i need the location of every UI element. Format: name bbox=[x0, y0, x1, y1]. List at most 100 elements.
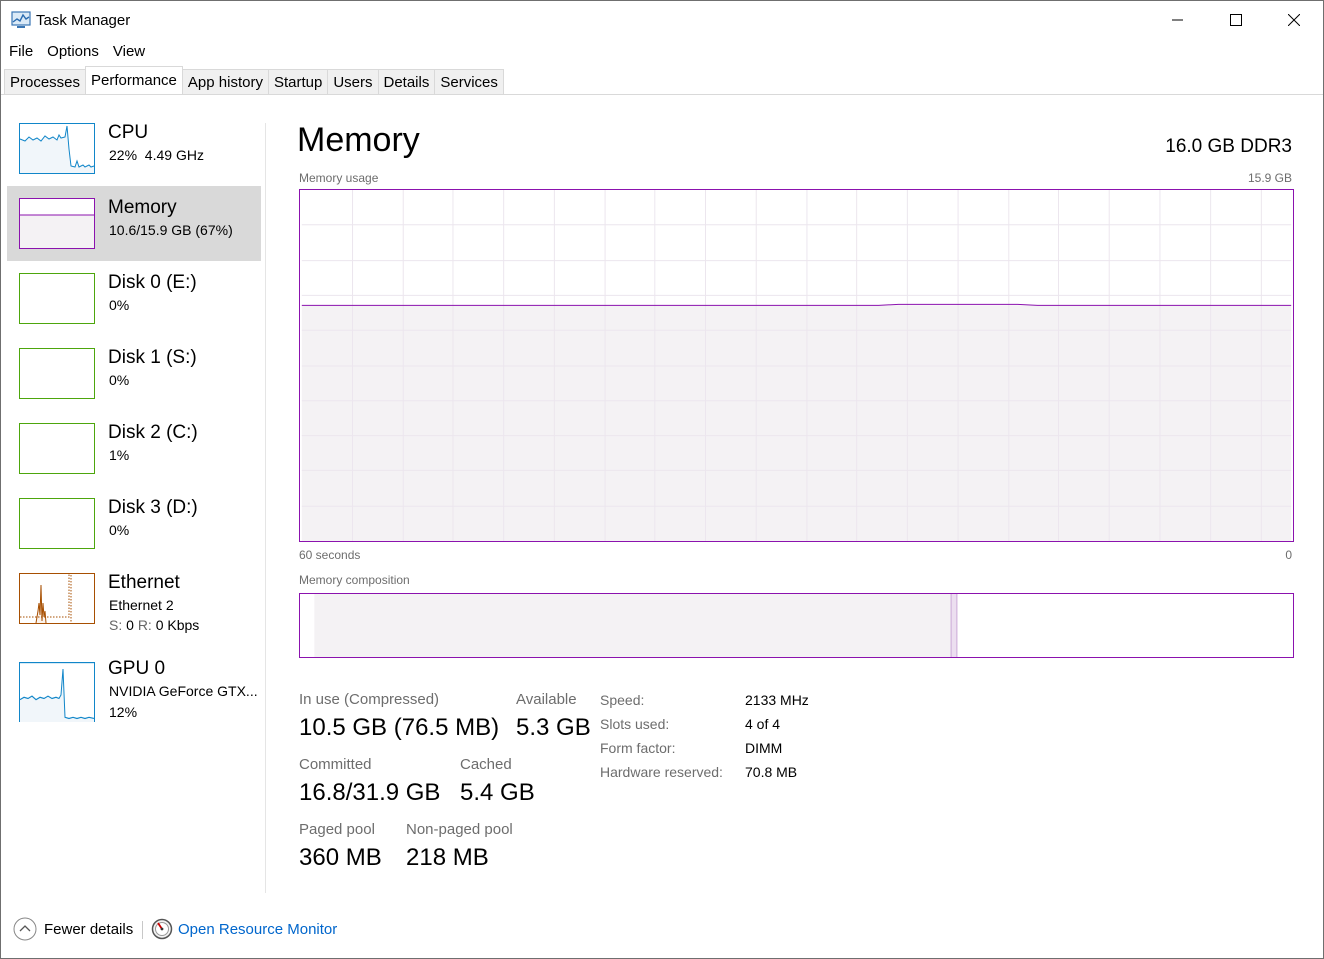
form-factor-value: DIMM bbox=[745, 740, 783, 756]
menu-file[interactable]: File bbox=[1, 41, 40, 63]
sidebar-item-subtitle: 0% bbox=[109, 297, 130, 313]
tab-divider bbox=[1, 94, 1323, 95]
sidebar-item-memory[interactable]: Memory 10.6/15.9 GB (67%) bbox=[7, 186, 261, 261]
disk-thumbnail-graph bbox=[19, 273, 95, 324]
sidebar-item-title: Memory bbox=[108, 197, 177, 218]
send-value: 0 bbox=[126, 617, 134, 633]
chevron-up-icon[interactable] bbox=[13, 917, 37, 941]
tab-processes[interactable]: Processes bbox=[4, 69, 87, 95]
usage-area bbox=[301, 305, 1292, 541]
tab-bar: Processes Performance App history Startu… bbox=[4, 66, 504, 95]
menu-bar: File Options View bbox=[1, 41, 152, 63]
sidebar-item-title: GPU 0 bbox=[108, 658, 166, 679]
sidebar-item-title: Disk 3 (D:) bbox=[108, 497, 198, 518]
gpu-thumbnail-graph bbox=[19, 662, 95, 722]
resource-monitor-icon[interactable] bbox=[151, 918, 173, 940]
menu-options[interactable]: Options bbox=[40, 41, 106, 63]
cpu-thumbnail-graph bbox=[19, 123, 95, 174]
memory-usage-graph bbox=[299, 189, 1294, 542]
committed-label: Committed bbox=[299, 756, 372, 773]
sidebar-item-subtitle: 22% 4.49 GHz bbox=[109, 147, 204, 163]
gpu-utilization: 12% bbox=[109, 704, 138, 720]
close-icon bbox=[1288, 14, 1300, 26]
sidebar-item-title: Disk 2 (C:) bbox=[108, 422, 198, 443]
sidebar-item-subtitle: NVIDIA GeForce GTX... bbox=[109, 683, 258, 699]
receive-value: 0 Kbps bbox=[155, 617, 200, 633]
sidebar-item-ethernet[interactable]: Ethernet Ethernet 2 S: 0 R: 0 Kbps bbox=[7, 561, 261, 636]
non-paged-pool-value: 218 MB bbox=[406, 844, 489, 871]
minimize-icon bbox=[1172, 19, 1183, 21]
maximize-icon bbox=[1230, 14, 1242, 26]
in-use-value: 10.5 GB (76.5 MB) bbox=[299, 714, 500, 741]
memory-composition-label: Memory composition bbox=[299, 573, 410, 587]
modified-segment[interactable] bbox=[951, 594, 957, 657]
minimize-button[interactable] bbox=[1149, 1, 1207, 39]
in-use-segment[interactable] bbox=[314, 594, 952, 657]
sidebar-item-disk-0[interactable]: Disk 0 (E:) 0% bbox=[7, 261, 261, 336]
sidebar-item-title: Disk 0 (E:) bbox=[108, 272, 197, 293]
hardware-reserved-value: 70.8 MB bbox=[745, 764, 798, 780]
graph-time-right: 0 bbox=[1285, 548, 1292, 562]
sidebar-divider bbox=[265, 123, 266, 893]
paged-pool-label: Paged pool bbox=[299, 821, 375, 838]
cached-value: 5.4 GB bbox=[460, 779, 535, 806]
non-paged-pool-label: Non-paged pool bbox=[406, 821, 513, 838]
task-manager-icon bbox=[11, 11, 31, 28]
sidebar-item-gpu-0[interactable]: GPU 0 NVIDIA GeForce GTX... 12% bbox=[7, 648, 261, 723]
sidebar-item-subtitle: Ethernet 2 bbox=[109, 597, 174, 613]
sidebar-item-disk-3[interactable]: Disk 3 (D:) 0% bbox=[7, 486, 261, 561]
slots-used-label: Slots used: bbox=[600, 716, 670, 732]
open-resource-monitor-link[interactable]: Open Resource Monitor bbox=[178, 921, 337, 938]
available-label: Available bbox=[516, 691, 577, 708]
sidebar-item-title: Disk 1 (S:) bbox=[108, 347, 197, 368]
form-factor-label: Form factor: bbox=[600, 740, 676, 756]
speed-label: Speed: bbox=[600, 692, 645, 708]
paged-pool-value: 360 MB bbox=[299, 844, 382, 871]
graph-time-left: 60 seconds bbox=[299, 548, 361, 562]
memory-thumbnail-graph bbox=[19, 198, 95, 249]
available-value: 5.3 GB bbox=[516, 714, 591, 741]
committed-value: 16.8/31.9 GB bbox=[299, 779, 441, 806]
cached-label: Cached bbox=[460, 756, 512, 773]
fewer-details-button[interactable]: Fewer details bbox=[44, 921, 133, 938]
ethernet-throughput: S: 0 R: 0 Kbps bbox=[109, 617, 199, 633]
title-bar[interactable]: Task Manager bbox=[1, 1, 1323, 39]
tab-services[interactable]: Services bbox=[434, 69, 504, 95]
sidebar-item-title: Ethernet bbox=[108, 572, 180, 593]
sidebar-item-disk-2[interactable]: Disk 2 (C:) 1% bbox=[7, 411, 261, 486]
tab-details[interactable]: Details bbox=[377, 69, 436, 95]
footer: Fewer details Open Resource Monitor bbox=[1, 911, 1323, 951]
ethernet-thumbnail-graph bbox=[19, 573, 95, 624]
disk-thumbnail-graph bbox=[19, 498, 95, 549]
sidebar-item-subtitle: 1% bbox=[109, 447, 130, 463]
close-button[interactable] bbox=[1265, 1, 1323, 39]
memory-spec: 16.0 GB DDR3 bbox=[1165, 136, 1292, 157]
sidebar-item-subtitle: 0% bbox=[109, 372, 130, 388]
memory-usage-label: Memory usage bbox=[299, 171, 379, 185]
menu-view[interactable]: View bbox=[106, 41, 152, 63]
in-use-label: In use (Compressed) bbox=[299, 691, 440, 708]
footer-divider bbox=[142, 921, 143, 939]
tab-users[interactable]: Users bbox=[327, 69, 379, 95]
memory-composition-bar bbox=[299, 593, 1294, 658]
maximize-button[interactable] bbox=[1207, 1, 1265, 39]
tab-app-history[interactable]: App history bbox=[181, 69, 269, 95]
speed-value: 2133 MHz bbox=[745, 692, 809, 708]
page-title: Memory bbox=[297, 121, 420, 159]
disk-thumbnail-graph bbox=[19, 423, 95, 474]
receive-label: R: bbox=[137, 617, 152, 633]
sidebar-item-title: CPU bbox=[108, 122, 149, 143]
send-label: S: bbox=[109, 617, 123, 633]
tab-performance[interactable]: Performance bbox=[85, 66, 183, 94]
task-manager-window: Task Manager File Options View Processes… bbox=[0, 0, 1324, 959]
window-title: Task Manager bbox=[36, 12, 131, 29]
usage-line bbox=[301, 303, 1292, 306]
sidebar-item-cpu[interactable]: CPU 22% 4.49 GHz bbox=[7, 111, 261, 186]
sidebar-item-subtitle: 10.6/15.9 GB (67%) bbox=[109, 222, 233, 238]
disk-thumbnail-graph bbox=[19, 348, 95, 399]
memory-usage-max: 15.9 GB bbox=[1247, 171, 1292, 185]
tab-startup[interactable]: Startup bbox=[267, 69, 329, 95]
sidebar-item-subtitle: 0% bbox=[109, 522, 130, 538]
slots-used-value: 4 of 4 bbox=[745, 716, 781, 732]
sidebar-item-disk-1[interactable]: Disk 1 (S:) 0% bbox=[7, 336, 261, 411]
